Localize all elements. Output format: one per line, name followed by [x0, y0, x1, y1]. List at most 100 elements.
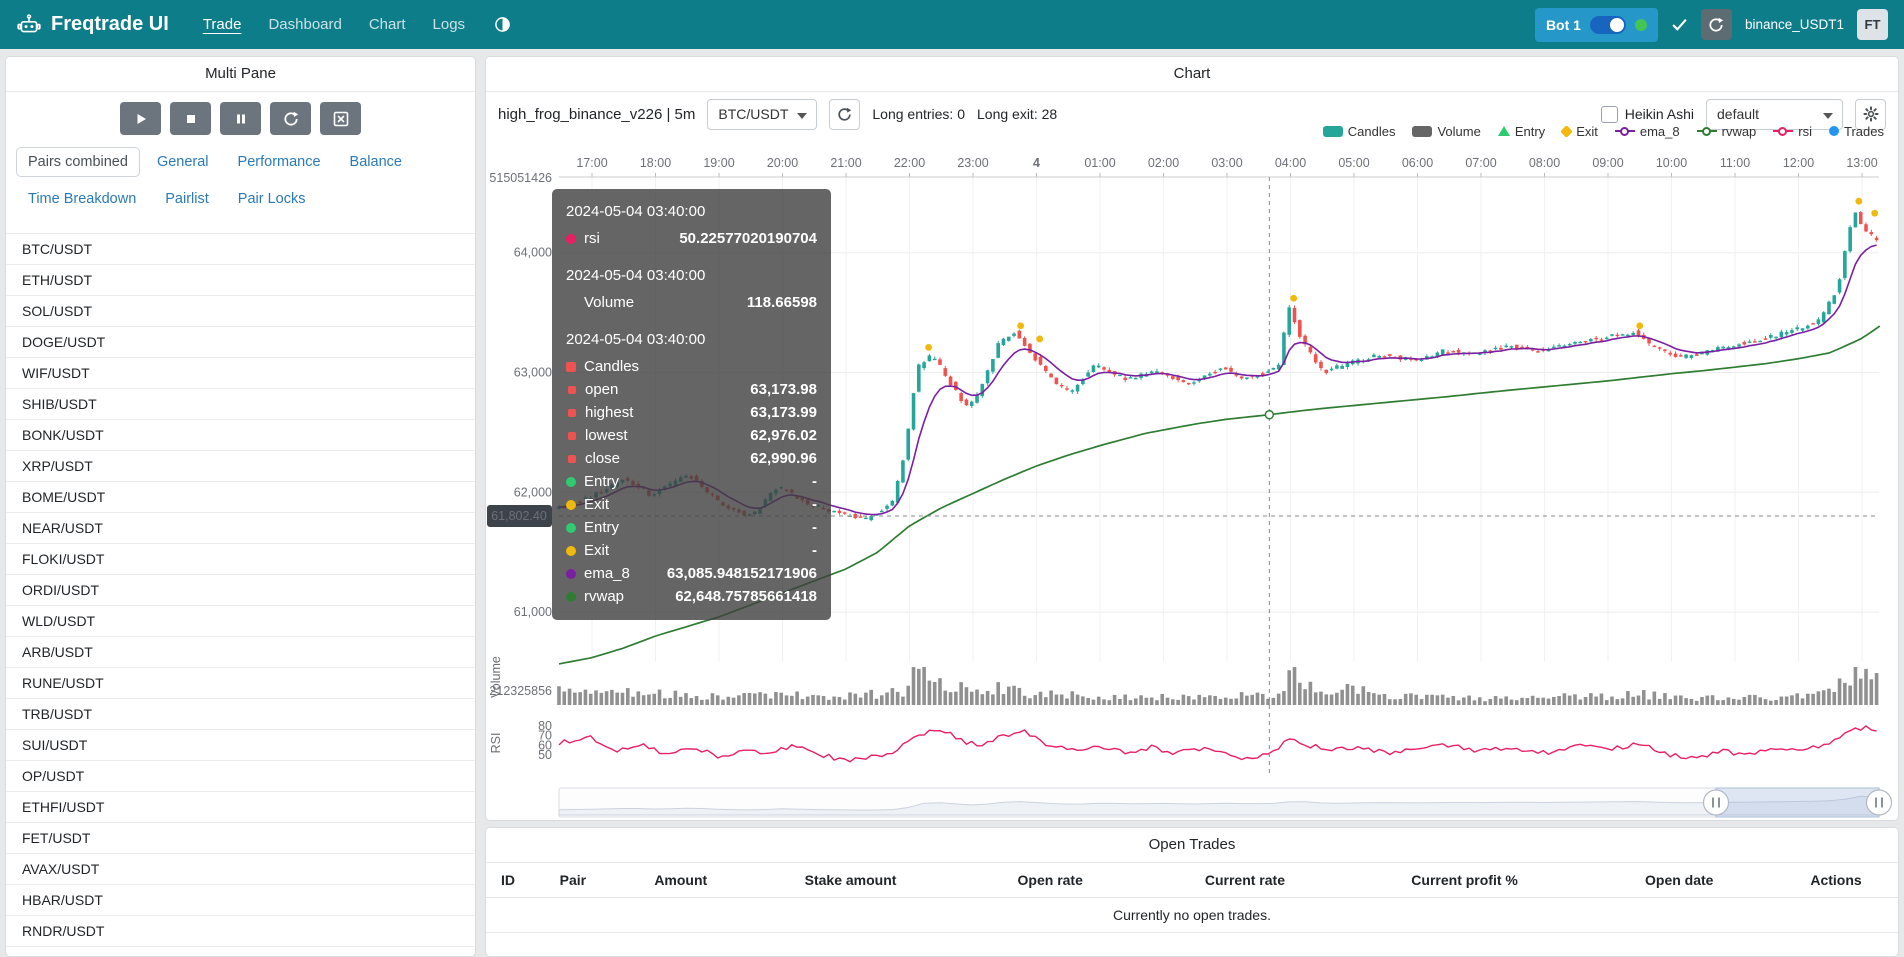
legend-item-rvwap[interactable]: rvwap: [1697, 124, 1757, 139]
theme-toggle-button[interactable]: [492, 14, 513, 35]
play-icon: [134, 112, 148, 126]
tab-balance[interactable]: Balance: [338, 147, 414, 177]
reload-config-button[interactable]: [270, 102, 311, 135]
bot-toggle-knob: [1610, 18, 1624, 32]
bot-online-dot: [1635, 19, 1647, 31]
pair-list-item[interactable]: ETHFI/USDT: [6, 792, 475, 823]
trades-legend-icon: [1829, 126, 1839, 136]
svg-text:4: 4: [1033, 156, 1040, 170]
datazoom-handle[interactable]: [1704, 790, 1729, 815]
legend-label: Exit: [1576, 124, 1598, 139]
svg-text:10:00: 10:00: [1656, 156, 1687, 170]
no-open-trades-text: Currently no open trades.: [486, 898, 1898, 933]
tab-pair-locks[interactable]: Pair Locks: [226, 184, 318, 214]
svg-text:12:00: 12:00: [1783, 156, 1814, 170]
pair-list: BTC/USDTETH/USDTSOL/USDTDOGE/USDTWIF/USD…: [6, 233, 475, 957]
strategy-label: high_frog_binance_v226 | 5m: [498, 106, 695, 123]
datazoom-selection[interactable]: [1716, 788, 1879, 817]
pair-list-item[interactable]: DOGE/USDT: [6, 327, 475, 358]
open-trades-panel: Open Trades IDPairAmountStake amountOpen…: [485, 827, 1899, 957]
pair-list-item[interactable]: BOME/USDT: [6, 482, 475, 513]
play-button[interactable]: [120, 102, 161, 135]
svg-text:22:00: 22:00: [894, 156, 925, 170]
pair-list-item[interactable]: OP/USDT: [6, 761, 475, 792]
pair-list-item[interactable]: AR/USDT: [6, 947, 475, 957]
pair-list-item[interactable]: ORDI/USDT: [6, 575, 475, 606]
svg-text:62,000: 62,000: [514, 485, 552, 499]
svg-text:19:00: 19:00: [703, 156, 734, 170]
pair-list-item[interactable]: FET/USDT: [6, 823, 475, 854]
svg-text:63,000: 63,000: [514, 366, 552, 380]
bot-toggle[interactable]: [1590, 16, 1626, 34]
bot-reload-button[interactable]: [1701, 9, 1732, 40]
pair-list-item[interactable]: BTC/USDT: [6, 234, 475, 265]
pair-list-item[interactable]: HBAR/USDT: [6, 885, 475, 916]
pair-list-item[interactable]: WIF/USDT: [6, 358, 475, 389]
legend-label: Candles: [1348, 124, 1396, 139]
legend-label: ema_8: [1640, 124, 1680, 139]
tab-performance[interactable]: Performance: [226, 147, 333, 177]
exit-marker: [925, 344, 932, 351]
avatar[interactable]: FT: [1857, 9, 1888, 40]
price-chart-canvas[interactable]: 61,00062,00063,00064,00017:0018:0019:002…: [486, 147, 1899, 821]
svg-text:515051426: 515051426: [489, 171, 552, 185]
pair-list-item[interactable]: NEAR/USDT: [6, 513, 475, 544]
pair-list-item[interactable]: RUNE/USDT: [6, 668, 475, 699]
legend-item-entry[interactable]: Entry: [1498, 124, 1545, 139]
pair-list-item[interactable]: TRB/USDT: [6, 699, 475, 730]
pair-list-item[interactable]: RNDR/USDT: [6, 916, 475, 947]
pair-list-item[interactable]: BONK/USDT: [6, 420, 475, 451]
datazoom-handle[interactable]: [1867, 790, 1892, 815]
pair-list-item[interactable]: XRP/USDT: [6, 451, 475, 482]
bot-selector[interactable]: Bot 1: [1535, 8, 1658, 42]
pair-select[interactable]: BTC/USDT: [707, 99, 817, 130]
entry-legend-icon: [1498, 126, 1510, 136]
exchange-label: binance_USDT1: [1745, 17, 1844, 32]
clear-chart-button[interactable]: [320, 102, 361, 135]
legend-item-exit[interactable]: Exit: [1562, 124, 1598, 139]
pair-list-item[interactable]: SUI/USDT: [6, 730, 475, 761]
rvwap-snap-dot: [1265, 411, 1273, 419]
volume-legend-icon: [1412, 126, 1432, 137]
pair-list-item[interactable]: WLD/USDT: [6, 606, 475, 637]
exit-marker: [1036, 336, 1043, 343]
chart-clear-icon: [333, 111, 349, 127]
pair-list-item[interactable]: ARB/USDT: [6, 637, 475, 668]
open-trades-table: IDPairAmountStake amountOpen rateCurrent…: [486, 863, 1898, 933]
stop-icon: [184, 112, 198, 126]
legend-item-ema_8[interactable]: ema_8: [1615, 124, 1680, 139]
moon-contrast-icon: [494, 16, 511, 33]
svg-text:Volume: Volume: [489, 656, 503, 698]
svg-text:20:00: 20:00: [767, 156, 798, 170]
pair-list-item[interactable]: SHIB/USDT: [6, 389, 475, 420]
chart-refresh-button[interactable]: [829, 99, 860, 130]
svg-text:03:00: 03:00: [1211, 156, 1242, 170]
svg-text:05:00: 05:00: [1338, 156, 1369, 170]
nav-link-dashboard[interactable]: Dashboard: [268, 16, 341, 33]
pair-list-item[interactable]: SOL/USDT: [6, 296, 475, 327]
tab-time-breakdown[interactable]: Time Breakdown: [16, 184, 148, 214]
legend-item-volume[interactable]: Volume: [1412, 124, 1480, 139]
nav-link-trade[interactable]: Trade: [203, 16, 242, 33]
tab-pairlist[interactable]: Pairlist: [153, 184, 221, 214]
exit-marker: [1871, 210, 1878, 217]
navbar: Freqtrade UI Trade Dashboard Chart Logs Bot…: [0, 0, 1904, 49]
pair-list-item[interactable]: AVAX/USDT: [6, 854, 475, 885]
tab-general[interactable]: General: [145, 147, 221, 177]
pair-list-item[interactable]: FLOKI/USDT: [6, 544, 475, 575]
legend-item-candles[interactable]: Candles: [1323, 124, 1396, 139]
brand-title: Freqtrade UI: [51, 13, 169, 36]
freqtrade-logo-icon: [16, 12, 42, 38]
legend-label: Entry: [1515, 124, 1545, 139]
legend-item-trades[interactable]: Trades: [1829, 124, 1884, 139]
pause-button[interactable]: [220, 102, 261, 135]
pair-list-item[interactable]: ETH/USDT: [6, 265, 475, 296]
svg-text:11:00: 11:00: [1720, 156, 1750, 170]
legend-item-rsi[interactable]: rsi: [1773, 124, 1812, 139]
reload-icon: [283, 111, 299, 127]
tab-pairs-combined[interactable]: Pairs combined: [16, 147, 140, 177]
nav-link-chart[interactable]: Chart: [369, 16, 406, 33]
svg-text:21:00: 21:00: [830, 156, 861, 170]
nav-link-logs[interactable]: Logs: [433, 16, 466, 33]
stop-button[interactable]: [170, 102, 211, 135]
